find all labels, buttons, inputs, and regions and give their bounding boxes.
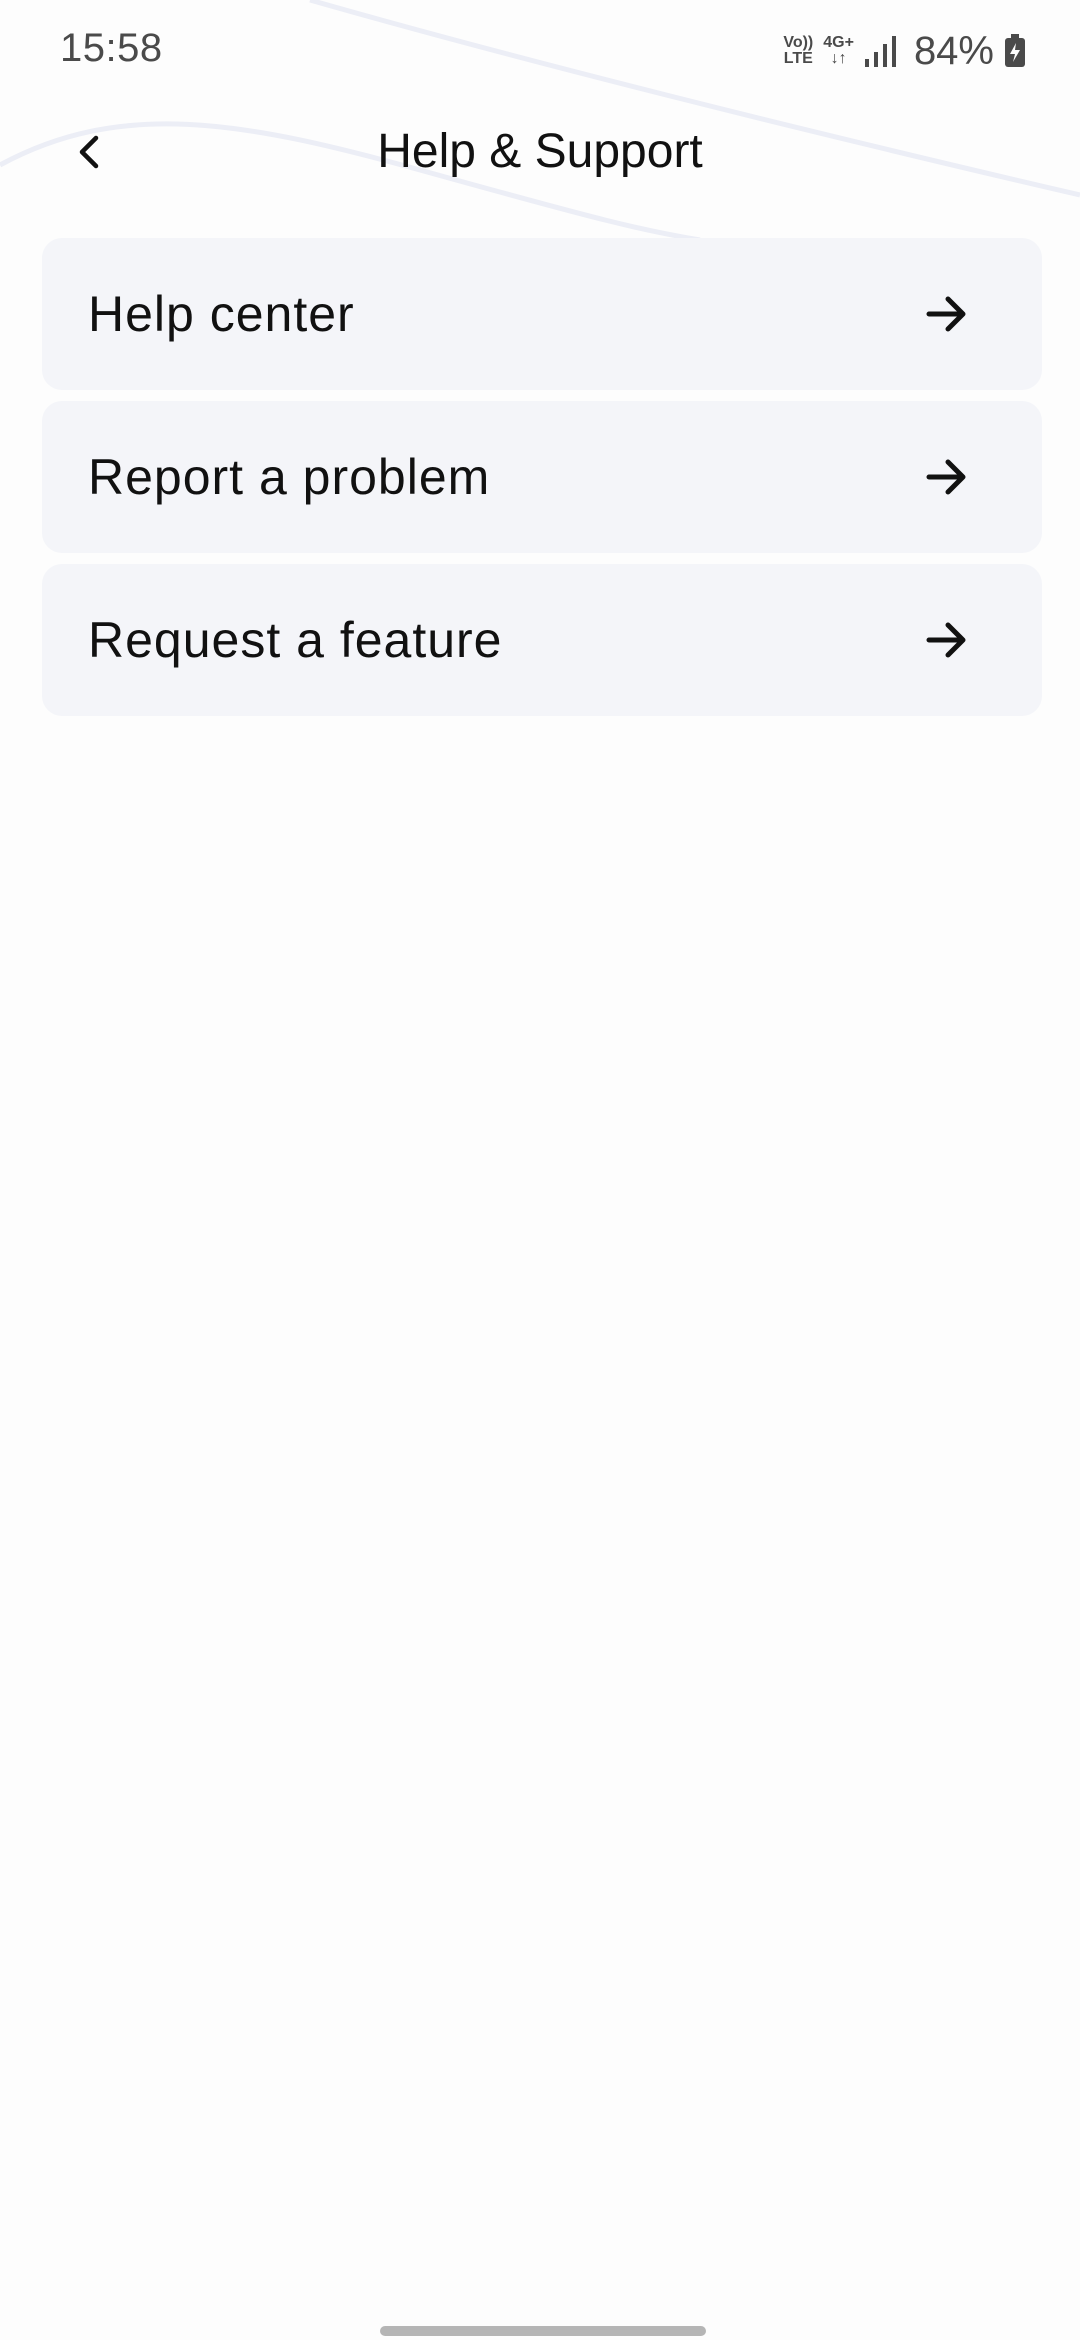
arrow-right-icon <box>926 296 966 332</box>
volte-bottom-label: LTE <box>783 50 813 67</box>
status-bar: 15:58 Vo)) LTE 4G+ ↓↑ 84% <box>0 0 1080 100</box>
header: Help & Support <box>0 100 1080 210</box>
help-support-screen: 15:58 Vo)) LTE 4G+ ↓↑ 84% Help & Support… <box>0 0 1080 2340</box>
battery-percentage: 84% <box>913 28 994 73</box>
status-time: 15:58 <box>60 26 163 70</box>
help-center-label: Help center <box>88 286 355 342</box>
page-title: Help & Support <box>377 125 703 178</box>
volte-icon: Vo)) LTE <box>783 35 813 67</box>
network-4g-icon: 4G+ ↓↑ <box>823 35 854 67</box>
battery-charging-icon <box>1005 34 1025 67</box>
volte-top-label: Vo)) <box>783 34 814 51</box>
status-icons: Vo)) LTE 4G+ ↓↑ 84% <box>783 28 1026 74</box>
arrow-right-icon <box>926 459 966 495</box>
report-problem-item[interactable]: Report a problem <box>42 401 1042 553</box>
request-feature-item[interactable]: Request a feature <box>42 564 1042 716</box>
arrow-right-icon <box>926 622 966 658</box>
request-feature-label: Request a feature <box>88 612 503 668</box>
network-bottom-label: ↓↑ <box>830 50 847 67</box>
home-indicator[interactable] <box>380 2326 706 2336</box>
report-problem-label: Report a problem <box>88 449 491 505</box>
help-center-item[interactable]: Help center <box>42 238 1042 390</box>
network-top-label: 4G+ <box>823 34 854 51</box>
support-menu: Help center Report a problem Request a f… <box>42 238 1042 727</box>
signal-icon <box>864 36 896 67</box>
